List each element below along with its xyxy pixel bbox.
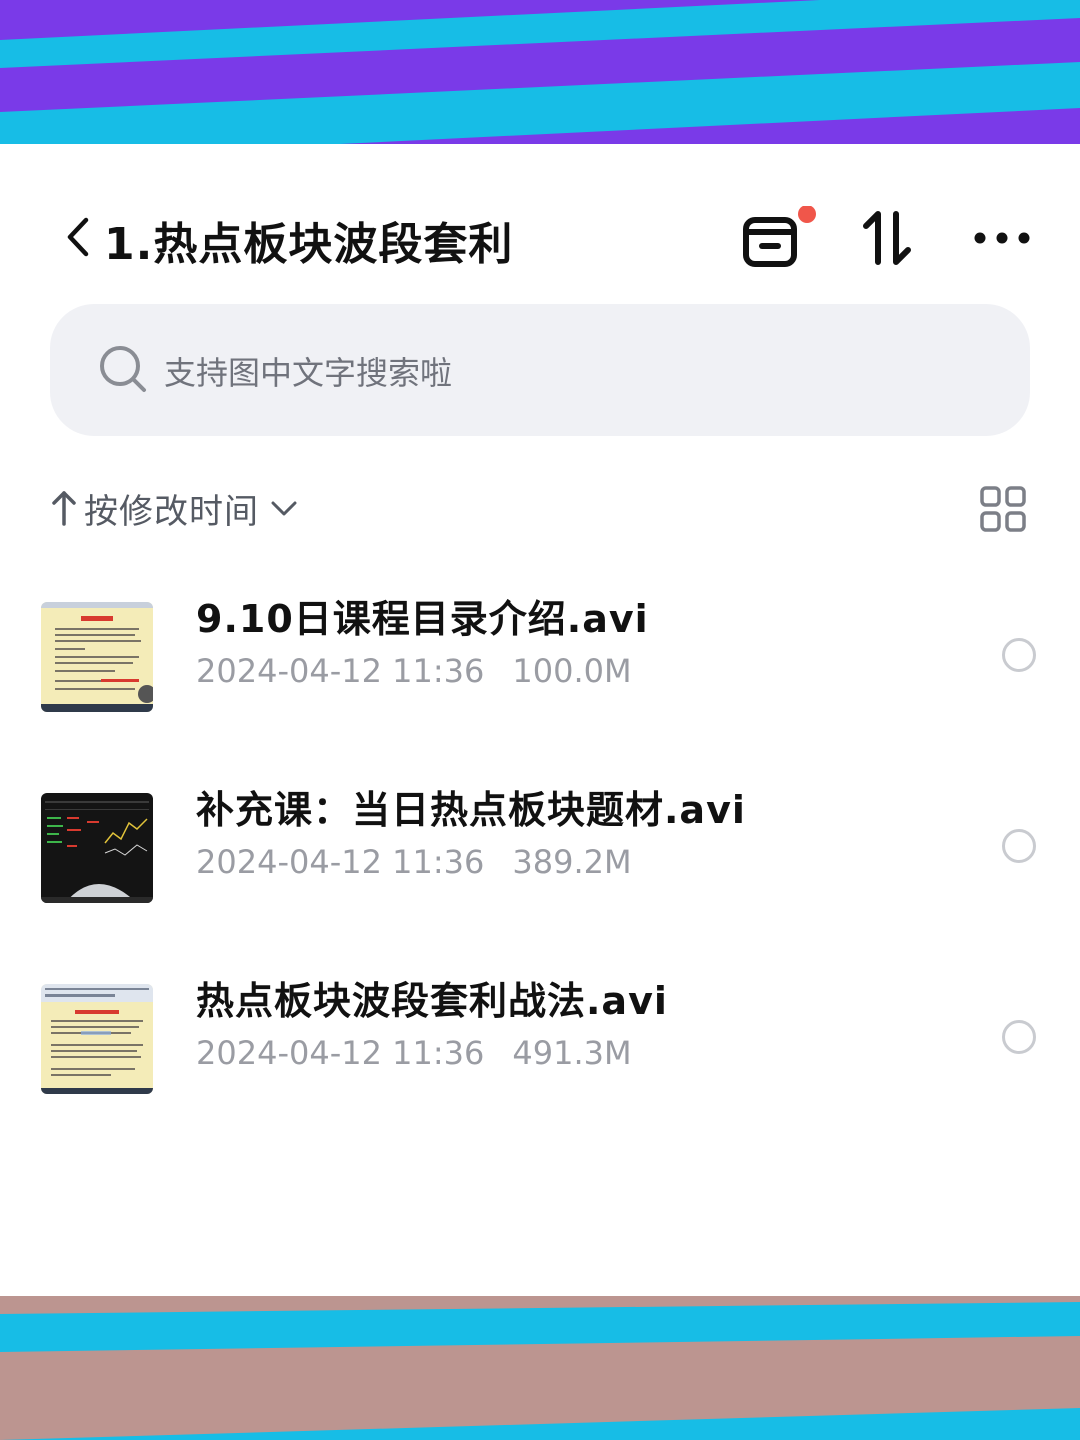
search-icon: [100, 346, 146, 392]
sort-label: 按修改时间: [84, 491, 259, 532]
more-dots-icon: [974, 232, 1030, 244]
file-modified-time: 2024-04-12 11:36: [196, 652, 485, 690]
file-size: 389.2M: [512, 843, 632, 881]
back-button[interactable]: [60, 212, 100, 262]
file-modified-time: 2024-04-12 11:36: [196, 1034, 485, 1072]
grid-view-button[interactable]: [980, 486, 1026, 532]
list-item[interactable]: 9.10日课程目录介绍.avi 2024-04-12 11:36 100.0M: [0, 588, 1080, 738]
file-size: 491.3M: [512, 1034, 632, 1072]
search-placeholder: 支持图中文字搜索啦: [164, 354, 453, 392]
select-radio[interactable]: [1002, 1020, 1036, 1054]
select-radio[interactable]: [1002, 638, 1036, 672]
notification-badge: [798, 205, 816, 223]
list-item[interactable]: 补充课：当日热点板块题材.avi 2024-04-12 11:36 389.2M: [0, 779, 1080, 929]
select-radio[interactable]: [1002, 829, 1036, 863]
file-name: 9.10日课程目录介绍.avi: [196, 597, 649, 641]
recycle-bin-icon: [743, 205, 816, 267]
sort-field-dropdown[interactable]: 按修改时间: [50, 480, 299, 536]
top-decorative-banner: [0, 0, 1080, 144]
search-input[interactable]: 支持图中文字搜索啦: [50, 304, 1030, 436]
file-name: 热点板块波段套利战法.avi: [196, 979, 668, 1023]
more-options-button[interactable]: [970, 216, 1034, 260]
arrow-up-icon: [52, 491, 76, 526]
video-thumbnail: [41, 793, 153, 903]
file-browser-screen: 1.热点板块波段套利 支持图中文字搜索啦 按修改时间 9.10日课程目录介绍.a…: [0, 144, 1080, 1296]
file-meta: 2024-04-12 11:36 100.0M: [196, 652, 632, 690]
page-title: 1.热点板块波段套利: [104, 219, 514, 270]
chevron-down-icon: [271, 501, 297, 516]
chevron-left-icon: [67, 217, 89, 257]
file-meta: 2024-04-12 11:36 491.3M: [196, 1034, 632, 1072]
video-thumbnail: [41, 602, 153, 712]
bottom-decorative-banner: [0, 1296, 1080, 1440]
list-item[interactable]: 热点板块波段套利战法.avi 2024-04-12 11:36 491.3M: [0, 970, 1080, 1120]
file-meta: 2024-04-12 11:36 389.2M: [196, 843, 632, 881]
sort-arrows-icon: [863, 211, 911, 265]
video-thumbnail: [41, 984, 153, 1094]
recycle-bin-button[interactable]: [740, 205, 820, 270]
grid-view-icon: [980, 486, 1026, 532]
file-name: 补充课：当日热点板块题材.avi: [196, 788, 746, 832]
sort-order-button[interactable]: [858, 208, 918, 268]
file-modified-time: 2024-04-12 11:36: [196, 843, 485, 881]
header-bar: 1.热点板块波段套利: [0, 196, 1080, 280]
file-size: 100.0M: [512, 652, 632, 690]
sort-bar: 按修改时间: [50, 480, 1030, 540]
